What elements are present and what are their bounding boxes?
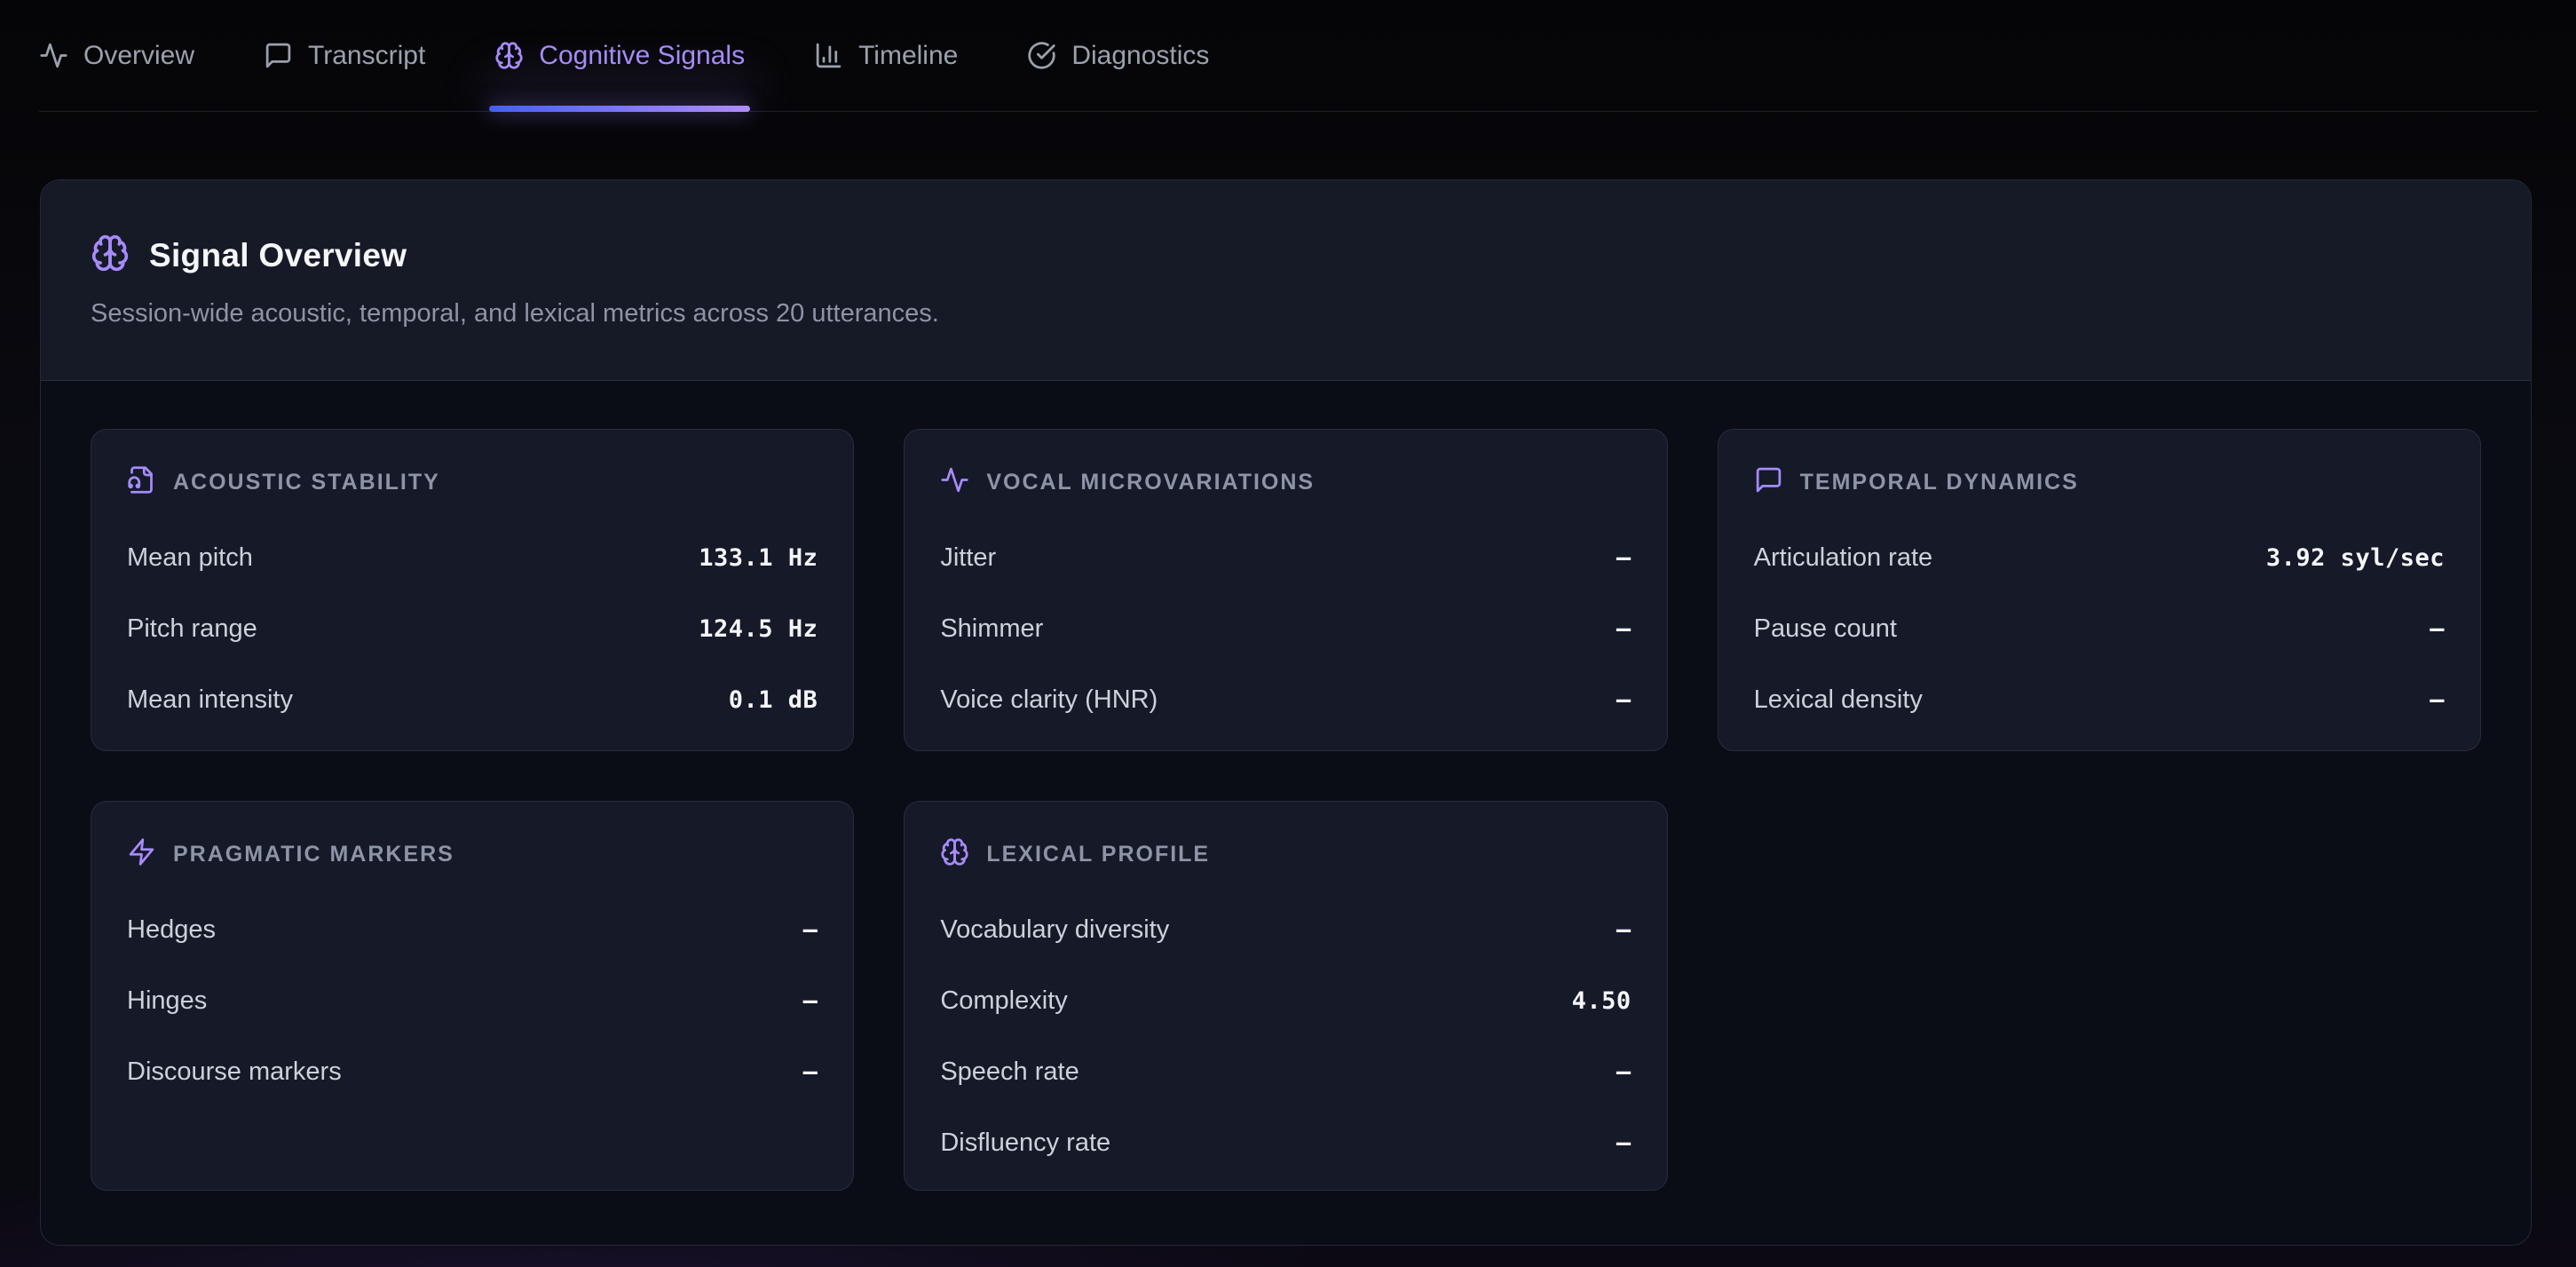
metric-row-hinges: Hinges –: [127, 965, 818, 1036]
metric-value: –: [1616, 615, 1632, 643]
metric-row-mean-pitch: Mean pitch 133.1 Hz: [127, 522, 818, 593]
card-vocal-microvariations: VOCAL MICROVARIATIONSJitter–Shimmer–Voic…: [904, 429, 1667, 751]
metric-row-jitter: Jitter –: [940, 522, 1631, 593]
panel-subtitle: Session-wide acoustic, temporal, and lex…: [91, 299, 2481, 329]
card-header: ACOUSTIC STABILITY: [127, 465, 818, 499]
message-square-icon: [1754, 465, 1783, 499]
metric-row-mean-intensity: Mean intensity 0.1 dB: [127, 664, 818, 735]
metric-value: –: [2430, 615, 2445, 643]
tabs-container: Overview Transcript Cognitive Signals Timel…: [39, 0, 1209, 111]
tab-transcript[interactable]: Transcript: [264, 0, 425, 111]
metric-row-hedges: Hedges –: [127, 894, 818, 965]
message-square-icon: [264, 41, 293, 70]
metric-label: Complexity: [940, 986, 1067, 1016]
metric-value: –: [803, 987, 818, 1015]
metric-label: Articulation rate: [1754, 543, 1933, 573]
metric-label: Pause count: [1754, 614, 1897, 644]
metric-label: Hinges: [127, 986, 207, 1016]
bar-chart-icon: [814, 41, 843, 70]
tab-label: Cognitive Signals: [539, 41, 745, 71]
metric-value: –: [1616, 916, 1632, 944]
metric-label: Jitter: [940, 543, 996, 573]
metric-value: –: [1616, 544, 1632, 572]
panel-header: Signal Overview Session-wide acoustic, t…: [41, 180, 2531, 381]
metric-row-articulation-rate: Articulation rate 3.92 syl/sec: [1754, 522, 2445, 593]
metric-label: Mean pitch: [127, 543, 253, 573]
metric-value: 133.1 Hz: [699, 544, 818, 572]
metric-row-vocabulary-diversity: Vocabulary diversity –: [940, 894, 1631, 965]
tab-timeline[interactable]: Timeline: [814, 0, 958, 111]
metric-row-complexity: Complexity 4.50: [940, 965, 1631, 1036]
activity-icon: [940, 465, 969, 499]
metric-label: Voice clarity (HNR): [940, 685, 1158, 715]
metric-label: Lexical density: [1754, 685, 1923, 715]
metric-label: Vocabulary diversity: [940, 915, 1169, 945]
metric-row-discourse-markers: Discourse markers –: [127, 1036, 818, 1107]
card-title: PRAGMATIC MARKERS: [173, 842, 454, 867]
card-lexical-profile: LEXICAL PROFILE Vocabulary diversity – Comp…: [904, 801, 1667, 1191]
tab-bar: Overview Transcript Cognitive Signals Timel…: [39, 0, 2537, 112]
metric-label: Shimmer: [940, 614, 1043, 644]
tab-diagnostics[interactable]: Diagnostics: [1027, 0, 1209, 111]
file-audio-icon: [127, 465, 156, 499]
card-header: VOCAL MICROVARIATIONS: [940, 465, 1631, 499]
card-title: VOCAL MICROVARIATIONS: [986, 470, 1315, 495]
card-header: PRAGMATIC MARKERS: [127, 837, 818, 871]
metric-row-pause-count: Pause count –: [1754, 593, 2445, 664]
card-title: TEMPORAL DYNAMICS: [1800, 470, 2079, 495]
metric-label: Disfluency rate: [940, 1128, 1110, 1158]
card-title: ACOUSTIC STABILITY: [173, 470, 440, 495]
panel-title-row: Signal Overview: [91, 234, 2481, 277]
activity-icon: [39, 41, 68, 70]
zap-icon: [127, 837, 156, 871]
brain-icon: [940, 837, 969, 871]
card-pragmatic-markers: PRAGMATIC MARKERSHedges–Hinges–Discourse…: [91, 801, 854, 1191]
active-tab-underline: [489, 106, 750, 112]
tab-label: Timeline: [858, 41, 958, 71]
metric-value: 0.1 dB: [729, 686, 818, 714]
brain-icon: [91, 234, 130, 277]
tab-cognitive-signals[interactable]: Cognitive Signals: [494, 0, 745, 111]
tab-label: Transcript: [308, 41, 425, 71]
check-circle-icon: [1027, 41, 1056, 70]
card-header: TEMPORAL DYNAMICS: [1754, 465, 2445, 499]
metric-row-voice-clarity-hnr: Voice clarity (HNR) –: [940, 664, 1631, 735]
metric-value: –: [1616, 1129, 1632, 1157]
card-title: LEXICAL PROFILE: [986, 842, 1210, 867]
metrics-grid: ACOUSTIC STABILITY Mean pitch 133.1 Hz Pitc…: [41, 381, 2531, 1239]
metric-value: 124.5 Hz: [699, 615, 818, 643]
metric-value: –: [1616, 1058, 1632, 1086]
tab-label: Diagnostics: [1071, 41, 1209, 71]
metric-value: 4.50: [1572, 987, 1632, 1015]
card-header: LEXICAL PROFILE: [940, 837, 1631, 871]
tab-label: Overview: [83, 41, 194, 71]
metric-value: –: [2430, 686, 2445, 714]
metric-label: Mean intensity: [127, 685, 293, 715]
metric-value: –: [803, 916, 818, 944]
metric-label: Speech rate: [940, 1057, 1079, 1087]
metric-value: –: [1616, 686, 1632, 714]
metric-label: Pitch range: [127, 614, 257, 644]
metric-row-disfluency-rate: Disfluency rate –: [940, 1107, 1631, 1178]
panel-title: Signal Overview: [149, 237, 407, 274]
card-acoustic-stability: ACOUSTIC STABILITY Mean pitch 133.1 Hz Pitc…: [91, 429, 854, 751]
tab-overview[interactable]: Overview: [39, 0, 194, 111]
brain-icon: [494, 41, 524, 70]
metric-row-shimmer: Shimmer –: [940, 593, 1631, 664]
metric-value: –: [803, 1058, 818, 1086]
metric-row-lexical-density: Lexical density –: [1754, 664, 2445, 735]
metric-label: Discourse markers: [127, 1057, 342, 1087]
metric-value: 3.92 syl/sec: [2266, 544, 2445, 572]
card-temporal-dynamics: TEMPORAL DYNAMICS Articulation rate 3.92 s…: [1718, 429, 2481, 751]
metric-row-speech-rate: Speech rate –: [940, 1036, 1631, 1107]
metric-label: Hedges: [127, 915, 216, 945]
signal-overview-panel: Signal Overview Session-wide acoustic, t…: [40, 179, 2532, 1246]
metric-row-pitch-range: Pitch range 124.5 Hz: [127, 593, 818, 664]
